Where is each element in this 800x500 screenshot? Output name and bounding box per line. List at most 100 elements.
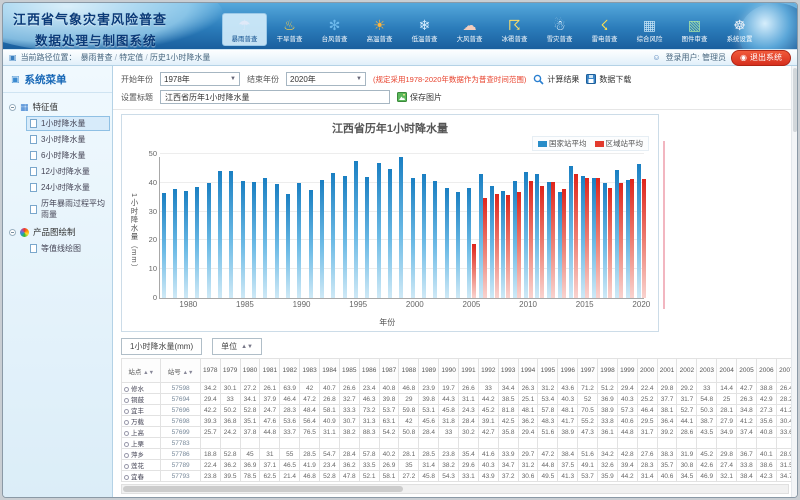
value-cell: 33.1 bbox=[459, 471, 479, 482]
value-cell: 14.4 bbox=[717, 383, 737, 394]
legend-entry[interactable]: 国家站平均 bbox=[538, 138, 587, 149]
legend-entry[interactable]: 区域站平均 bbox=[595, 138, 644, 149]
tree-item[interactable]: 6小时降水量 bbox=[26, 148, 110, 163]
logout-button[interactable]: ◉退出系统 bbox=[731, 50, 791, 66]
column-header-year[interactable]: 2000 bbox=[637, 359, 657, 383]
column-header-year[interactable]: 2004 bbox=[717, 359, 737, 383]
column-header-year[interactable]: 2002 bbox=[677, 359, 697, 383]
column-header-year[interactable]: 1985 bbox=[339, 359, 359, 383]
nav-map-review[interactable]: ▧图件审查 bbox=[672, 13, 717, 46]
column-header-year[interactable]: 1995 bbox=[538, 359, 558, 383]
column-header-year[interactable]: 1989 bbox=[419, 359, 439, 383]
value-cell: 50.3 bbox=[697, 405, 717, 416]
column-header-year[interactable]: 2003 bbox=[697, 359, 717, 383]
station-radio[interactable] bbox=[124, 398, 129, 403]
metric-box[interactable]: 1小时降水量(mm) bbox=[121, 338, 202, 355]
bar-国家站平均-2018 bbox=[615, 170, 619, 298]
tree-item[interactable]: 等值线绘图 bbox=[26, 241, 110, 256]
column-header-year[interactable]: 1998 bbox=[598, 359, 618, 383]
tree-item[interactable]: 3小时降水量 bbox=[26, 132, 110, 147]
column-header-year[interactable]: 1987 bbox=[379, 359, 399, 383]
column-header-year[interactable]: 1994 bbox=[518, 359, 538, 383]
vertical-scrollbar[interactable] bbox=[791, 66, 797, 497]
column-header-station[interactable]: 站点 ▲▼ bbox=[122, 359, 161, 383]
column-header-year[interactable]: 1980 bbox=[240, 359, 260, 383]
value-cell: 45.6 bbox=[419, 416, 439, 427]
nav-hail-survey[interactable]: ☈冰雹普查 bbox=[492, 13, 537, 46]
column-header-year[interactable]: 1982 bbox=[280, 359, 300, 383]
value-cell: 40.3 bbox=[478, 460, 498, 471]
station-radio[interactable] bbox=[124, 475, 129, 480]
column-header-year[interactable]: 1996 bbox=[558, 359, 578, 383]
tree-item[interactable]: 历年暴雨过程平均雨量 bbox=[26, 196, 110, 222]
collapse-toggle-icon[interactable] bbox=[9, 104, 16, 111]
tree-group-0[interactable]: ▦特征值 bbox=[5, 98, 110, 116]
station-radio[interactable] bbox=[124, 420, 129, 425]
column-header-year[interactable]: 1978 bbox=[200, 359, 220, 383]
column-header-year[interactable]: 1990 bbox=[439, 359, 459, 383]
value-cell: 28.4 bbox=[419, 427, 439, 438]
value-cell: 42.6 bbox=[697, 460, 717, 471]
calculate-button[interactable]: 计算结果 bbox=[533, 74, 579, 85]
station-radio[interactable] bbox=[124, 387, 129, 392]
nav-gale-survey[interactable]: ☁大风普查 bbox=[447, 13, 492, 46]
column-header-station-id[interactable]: 站号 ▲▼ bbox=[161, 359, 200, 383]
station-radio[interactable] bbox=[124, 431, 129, 436]
sort-arrows-icon: ▲▼ bbox=[241, 344, 253, 350]
palette-icon bbox=[20, 228, 29, 237]
column-header-year[interactable]: 1992 bbox=[478, 359, 498, 383]
column-header-year[interactable]: 2006 bbox=[756, 359, 776, 383]
nav-lightning-survey[interactable]: ☇雷电普查 bbox=[582, 13, 627, 46]
column-header-year[interactable]: 1986 bbox=[359, 359, 379, 383]
column-header-year[interactable]: 2005 bbox=[737, 359, 757, 383]
value-cell: 31.2 bbox=[538, 383, 558, 394]
column-header-year[interactable]: 1999 bbox=[617, 359, 637, 383]
nav-combined-risk[interactable]: ▦综合风险 bbox=[627, 13, 672, 46]
nav-snow-survey[interactable]: ☃雪灾普查 bbox=[537, 13, 582, 46]
scrollbar-thumb[interactable] bbox=[123, 486, 403, 492]
chart-title-label: 设置标题 bbox=[121, 92, 153, 103]
station-radio[interactable] bbox=[124, 442, 129, 447]
column-header-year[interactable]: 1983 bbox=[300, 359, 320, 383]
column-header-year[interactable]: 1993 bbox=[498, 359, 518, 383]
unit-select[interactable]: 单位▲▼ bbox=[212, 338, 262, 355]
column-header-year[interactable]: 1988 bbox=[399, 359, 419, 383]
end-year-select[interactable]: 2020年▼ bbox=[286, 72, 366, 86]
tree-item[interactable]: 1小时降水量 bbox=[26, 116, 110, 131]
column-header-year[interactable]: 1981 bbox=[260, 359, 280, 383]
column-header-year[interactable]: 1979 bbox=[220, 359, 240, 383]
nav-typhoon-survey[interactable]: ✻台风普查 bbox=[312, 13, 357, 46]
column-header-year[interactable]: 1991 bbox=[459, 359, 479, 383]
horizontal-scrollbar[interactable] bbox=[121, 484, 789, 494]
column-header-year[interactable]: 1997 bbox=[578, 359, 598, 383]
column-header-year[interactable]: 1984 bbox=[320, 359, 340, 383]
nav-drought-survey[interactable]: ♨干旱普查 bbox=[267, 13, 312, 46]
column-header-year[interactable]: 2001 bbox=[657, 359, 677, 383]
scrollbar-thumb[interactable] bbox=[793, 68, 797, 132]
value-cell: 33.7 bbox=[280, 427, 300, 438]
breadcrumb-item[interactable]: 暴雨普查 bbox=[81, 53, 113, 62]
collapse-toggle-icon[interactable] bbox=[9, 229, 16, 236]
station-radio[interactable] bbox=[124, 409, 129, 414]
save-image-button[interactable]: 保存图片 bbox=[397, 92, 442, 103]
table-row: 莲花5778922.436.236.937.146.541.923.436.23… bbox=[122, 460, 797, 471]
start-year-select[interactable]: 1978年▼ bbox=[160, 72, 240, 86]
tree-item[interactable]: 12小时降水量 bbox=[26, 164, 110, 179]
nav-heat-survey[interactable]: ☀高温普查 bbox=[357, 13, 402, 46]
value-cell: 46.4 bbox=[280, 394, 300, 405]
chart-title-input[interactable]: 江西省历年1小时降水量 bbox=[160, 90, 390, 104]
power-icon: ◉ bbox=[740, 53, 747, 62]
breadcrumb-item[interactable]: 历史1小时降水量 bbox=[150, 53, 210, 62]
station-radio[interactable] bbox=[124, 464, 129, 469]
value-cell: 30.7 bbox=[339, 416, 359, 427]
nav-cold-survey[interactable]: ❄低温普查 bbox=[402, 13, 447, 46]
tree-item[interactable]: 24小时降水量 bbox=[26, 180, 110, 195]
breadcrumb-item[interactable]: 特定值 bbox=[119, 53, 143, 62]
value-cell: 54.3 bbox=[439, 471, 459, 482]
bar-区域站平均-2008 bbox=[506, 195, 510, 298]
nav-system-settings[interactable]: ☸系统设置 bbox=[717, 13, 762, 46]
tree-group-1[interactable]: 产品图绘制 bbox=[5, 223, 110, 241]
download-button[interactable]: 数据下载 bbox=[586, 74, 631, 85]
station-radio[interactable] bbox=[124, 453, 129, 458]
nav-rainstorm-survey[interactable]: ☂暴雨普查 bbox=[222, 13, 267, 46]
